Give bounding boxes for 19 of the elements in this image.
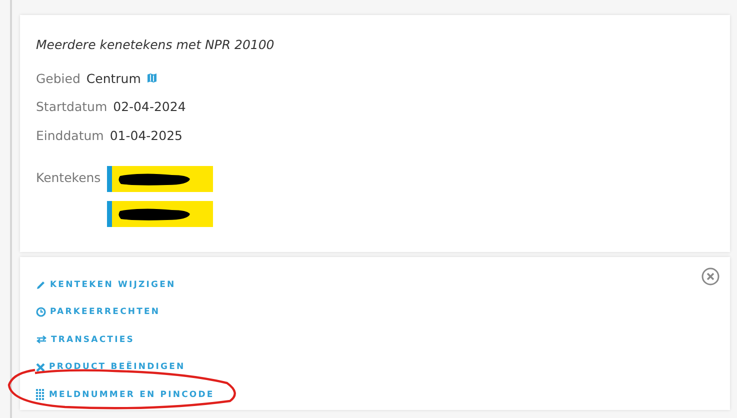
- swap-arrows-icon: [36, 335, 47, 344]
- field-label: Einddatum: [36, 128, 104, 143]
- field-value: Centrum: [86, 70, 141, 86]
- cross-icon: [36, 362, 45, 372]
- product-title: Meerdere kenetekens met NPR 20100: [36, 37, 276, 52]
- keypad-icon: [36, 388, 45, 401]
- action-link[interactable]: PARKEERRECHTEN: [36, 298, 160, 326]
- plates-label: Kentekens: [36, 170, 101, 186]
- pencil-icon: [36, 280, 46, 290]
- action-link[interactable]: KENTEKEN WIJZIGEN: [36, 271, 176, 298]
- action-link[interactable]: PRODUCT BEËINDIGEN: [36, 354, 186, 381]
- field-value: 02-04-2024: [113, 99, 186, 114]
- field-label: Gebied: [36, 70, 80, 86]
- action-link[interactable]: TRANSACTIES: [36, 326, 134, 354]
- action-link[interactable]: MELDNUMMER EN PINCODE: [36, 381, 214, 408]
- clock-icon: [36, 307, 46, 318]
- map-icon[interactable]: [146, 73, 157, 84]
- field-label: Startdatum: [36, 99, 108, 114]
- field-value: 01-04-2025: [110, 128, 182, 143]
